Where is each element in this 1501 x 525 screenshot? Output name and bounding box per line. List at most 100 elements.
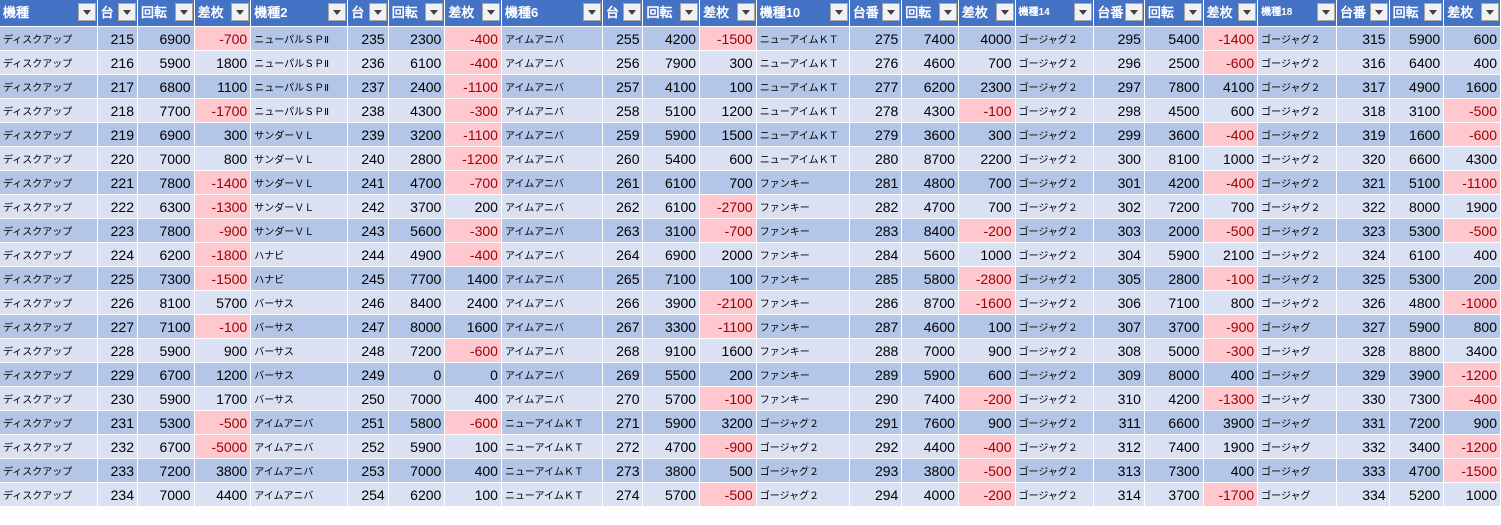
cell-spins[interactable]: 3800 (642, 458, 701, 483)
cell-diff[interactable]: 1600 (1443, 74, 1501, 99)
filter-dropdown-icon[interactable] (1183, 3, 1202, 21)
cell-machine[interactable]: ゴージャグ２ (1257, 122, 1338, 147)
cell-machine[interactable]: ニューアイムＫＴ (756, 74, 850, 99)
cell-spins[interactable]: 7000 (901, 338, 959, 363)
cell-diff[interactable]: -600 (1203, 50, 1259, 75)
cell-unit[interactable]: 315 (1336, 26, 1390, 51)
cell-diff[interactable]: -900 (1203, 314, 1259, 339)
cell-unit[interactable]: 228 (97, 338, 139, 363)
filter-dropdown-icon[interactable] (680, 3, 699, 21)
cell-spins[interactable]: 7100 (137, 314, 195, 339)
cell-unit[interactable]: 306 (1093, 290, 1145, 315)
cell-diff[interactable]: -900 (194, 218, 252, 243)
cell-unit[interactable]: 317 (1336, 74, 1390, 99)
cell-unit[interactable]: 300 (1093, 146, 1145, 171)
cell-unit[interactable]: 296 (1093, 50, 1145, 75)
cell-diff[interactable]: 200 (444, 194, 502, 219)
filter-dropdown-icon[interactable] (328, 3, 347, 21)
cell-unit[interactable]: 333 (1336, 458, 1390, 483)
cell-unit[interactable]: 279 (849, 122, 903, 147)
cell-spins[interactable]: 4200 (1144, 170, 1204, 195)
cell-diff[interactable]: 800 (1443, 314, 1501, 339)
cell-diff[interactable]: 2100 (1203, 242, 1259, 267)
cell-spins[interactable]: 5900 (137, 386, 195, 411)
cell-diff[interactable]: 4400 (194, 482, 252, 507)
cell-diff[interactable]: 700 (699, 170, 757, 195)
cell-machine[interactable]: ゴージャグ (1257, 434, 1338, 459)
cell-spins[interactable]: 7100 (642, 266, 701, 291)
cell-unit[interactable]: 219 (97, 122, 139, 147)
cell-diff[interactable]: 0 (444, 362, 502, 387)
cell-spins[interactable]: 0 (388, 362, 446, 387)
cell-spins[interactable]: 3700 (388, 194, 446, 219)
cell-machine[interactable]: ゴージャグ２ (1257, 194, 1338, 219)
cell-spins[interactable]: 5900 (1144, 242, 1204, 267)
cell-spins[interactable]: 6900 (137, 122, 195, 147)
cell-machine[interactable]: ディスクアップ (0, 458, 98, 483)
cell-machine[interactable]: ディスクアップ (0, 314, 98, 339)
cell-machine[interactable]: ゴージャグ２ (1015, 482, 1095, 507)
cell-unit[interactable]: 298 (1093, 98, 1145, 123)
filter-dropdown-icon[interactable] (1317, 3, 1336, 21)
cell-diff[interactable]: 2000 (699, 242, 757, 267)
cell-spins[interactable]: 5900 (1389, 314, 1445, 339)
cell-machine[interactable]: ディスクアップ (0, 290, 98, 315)
cell-unit[interactable]: 247 (347, 314, 389, 339)
cell-spins[interactable]: 5300 (1389, 218, 1445, 243)
cell-unit[interactable]: 330 (1336, 386, 1390, 411)
cell-machine[interactable]: サンダーＶＬ (250, 146, 349, 171)
cell-unit[interactable]: 323 (1336, 218, 1390, 243)
cell-unit[interactable]: 305 (1093, 266, 1145, 291)
cell-diff[interactable]: 1500 (699, 122, 757, 147)
cell-diff[interactable]: 400 (444, 458, 502, 483)
cell-machine[interactable]: アイムアニバ (501, 290, 604, 315)
cell-spins[interactable]: 7300 (1144, 458, 1204, 483)
cell-diff[interactable]: 400 (1203, 362, 1259, 387)
cell-machine[interactable]: ゴージャグ２ (1015, 266, 1095, 291)
cell-machine[interactable]: ゴージャグ (1257, 386, 1338, 411)
cell-spins[interactable]: 7400 (901, 386, 959, 411)
cell-spins[interactable]: 5300 (137, 410, 195, 435)
cell-spins[interactable]: 6100 (642, 194, 701, 219)
cell-spins[interactable]: 7800 (1144, 74, 1204, 99)
cell-diff[interactable]: 1000 (1203, 146, 1259, 171)
cell-machine[interactable]: ゴージャグ２ (1257, 266, 1338, 291)
cell-spins[interactable]: 3600 (901, 122, 959, 147)
cell-spins[interactable]: 5700 (642, 386, 701, 411)
cell-unit[interactable]: 242 (347, 194, 389, 219)
filter-dropdown-icon[interactable] (368, 3, 387, 21)
cell-spins[interactable]: 7000 (137, 146, 195, 171)
cell-machine[interactable]: サンダーＶＬ (250, 218, 349, 243)
cell-unit[interactable]: 283 (849, 218, 903, 243)
cell-machine[interactable]: ゴージャグ２ (756, 434, 850, 459)
cell-unit[interactable]: 314 (1093, 482, 1145, 507)
cell-unit[interactable]: 216 (97, 50, 139, 75)
cell-spins[interactable]: 5900 (642, 410, 701, 435)
cell-spins[interactable]: 4400 (901, 434, 959, 459)
cell-diff[interactable]: -1400 (1203, 26, 1259, 51)
cell-unit[interactable]: 324 (1336, 242, 1390, 267)
cell-diff[interactable]: -500 (1443, 218, 1501, 243)
cell-unit[interactable]: 265 (602, 266, 644, 291)
cell-diff[interactable]: -100 (1203, 266, 1259, 291)
cell-unit[interactable]: 261 (602, 170, 644, 195)
cell-diff[interactable]: 200 (699, 362, 757, 387)
cell-diff[interactable]: 300 (958, 122, 1016, 147)
cell-machine[interactable]: ニューアイムＫＴ (501, 434, 604, 459)
cell-machine[interactable]: ゴージャグ２ (756, 458, 850, 483)
cell-unit[interactable]: 308 (1093, 338, 1145, 363)
filter-dropdown-icon[interactable] (425, 3, 444, 21)
cell-unit[interactable]: 270 (602, 386, 644, 411)
cell-unit[interactable]: 278 (849, 98, 903, 123)
cell-diff[interactable]: 600 (1443, 26, 1501, 51)
cell-unit[interactable]: 286 (849, 290, 903, 315)
cell-machine[interactable]: ゴージャグ２ (756, 410, 850, 435)
cell-unit[interactable]: 329 (1336, 362, 1390, 387)
cell-diff[interactable]: 100 (444, 482, 502, 507)
cell-diff[interactable]: -2800 (958, 266, 1016, 291)
cell-unit[interactable]: 281 (849, 170, 903, 195)
cell-diff[interactable]: -2100 (699, 290, 757, 315)
cell-diff[interactable]: -400 (444, 26, 502, 51)
filter-dropdown-icon[interactable] (231, 3, 250, 21)
cell-machine[interactable]: ゴージャグ (1257, 410, 1338, 435)
